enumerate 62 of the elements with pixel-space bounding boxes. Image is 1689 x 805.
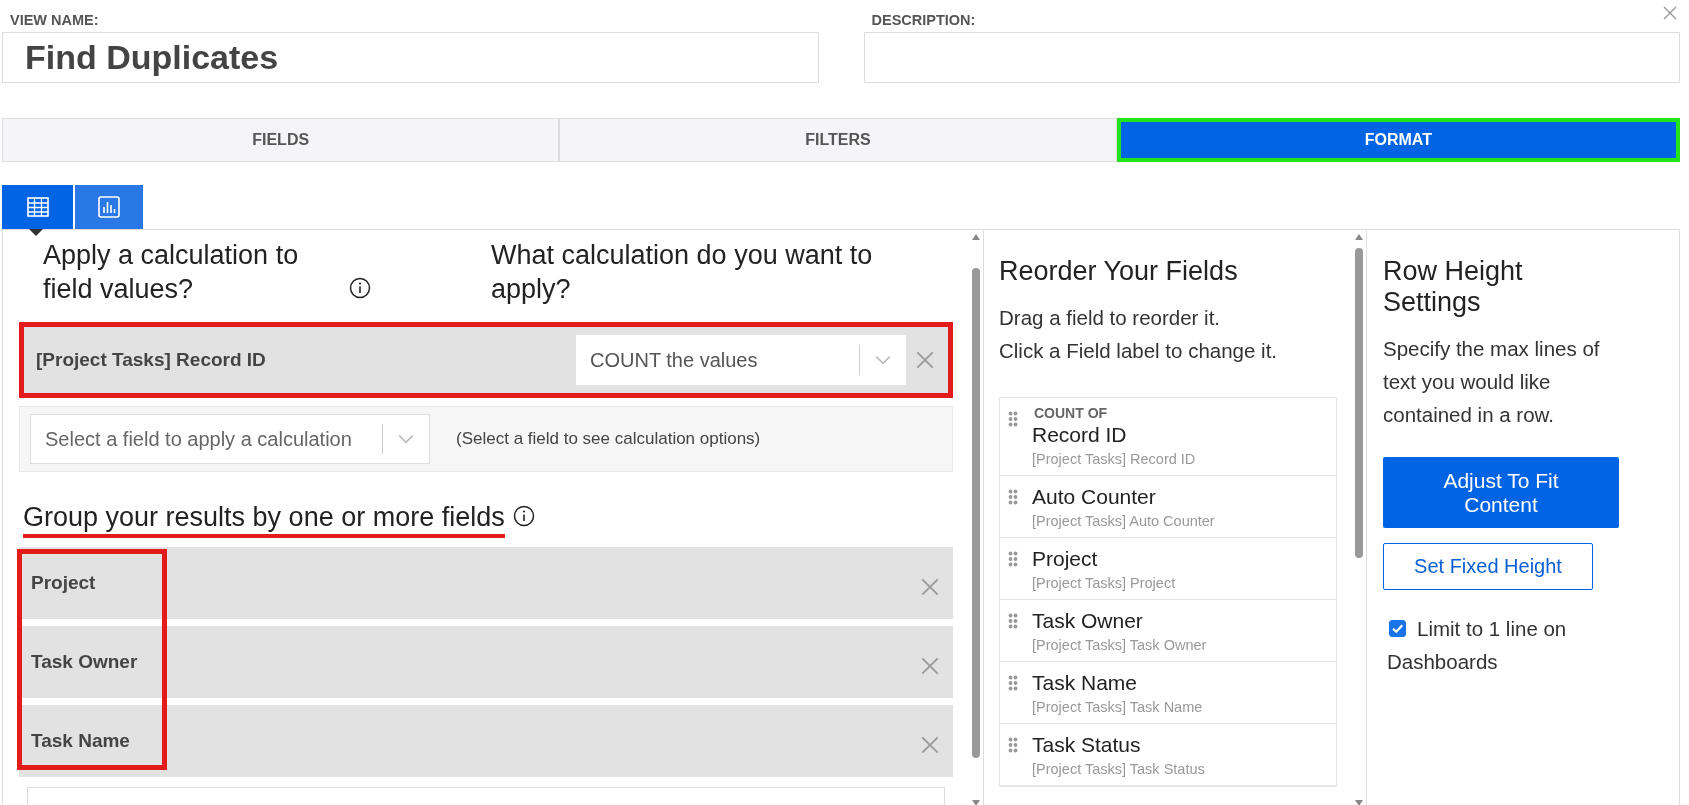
field-label[interactable]: Project <box>1032 545 1176 572</box>
field-label: VIEW NAME: <box>10 12 99 28</box>
table-icon <box>26 197 49 217</box>
hint-text: (Select a field to see calculation options) <box>456 429 761 449</box>
info-icon[interactable] <box>349 277 371 299</box>
field-label[interactable]: Task Status <box>1032 731 1205 758</box>
instruction-text: Click a Field label to change it. <box>999 338 1279 364</box>
section-heading: Group your results by one or more fields <box>23 502 505 538</box>
drag-handle-icon[interactable] <box>1008 737 1018 753</box>
bar-chart-icon <box>98 196 120 218</box>
field-name: Task Name <box>31 730 131 752</box>
drag-handle-icon[interactable] <box>1008 411 1018 427</box>
field-source: [Project Tasks] Task Owner <box>1032 636 1207 655</box>
field-source: [Project Tasks] Task Status <box>1032 760 1205 779</box>
field-label[interactable]: Auto Counter <box>1032 483 1215 510</box>
field-source: [Project Tasks] Auto Counter <box>1032 512 1215 531</box>
tab[interactable]: FILTERS <box>559 118 1117 162</box>
field-source: [Project Tasks] Project <box>1032 574 1176 593</box>
field-list-item[interactable]: Task Status [Project Tasks] Task Status <box>1000 724 1336 786</box>
row-height-button[interactable]: Set Fixed Height <box>1383 543 1593 590</box>
field-name: [Project Tasks] Record ID <box>36 349 267 371</box>
field-source: [Project Tasks] Task Name <box>1032 698 1203 717</box>
chevron-down-icon <box>874 354 892 366</box>
field-select[interactable]: Select a field to apply a calculation <box>30 414 430 464</box>
field-source: [Project Tasks] Record ID <box>1032 450 1196 469</box>
close-icon[interactable] <box>921 578 939 596</box>
field-prefix: COUNT OF <box>1034 405 1109 421</box>
tab[interactable]: FIELDS <box>2 118 560 162</box>
field-name: Project <box>31 572 97 594</box>
field-list-item[interactable]: COUNT OF Record ID [Project Tasks] Record ID <box>1000 398 1336 476</box>
instruction-text: Drag a field to reorder it. <box>999 305 1222 331</box>
description-text: Specify the max lines of text you would like contained in a row. <box>1383 336 1601 428</box>
drag-handle-icon[interactable] <box>1008 551 1018 567</box>
close-icon[interactable] <box>921 657 939 675</box>
drag-handle-icon[interactable] <box>1008 675 1018 691</box>
tab[interactable]: FORMAT <box>1116 118 1680 162</box>
info-icon[interactable] <box>512 505 535 527</box>
field-label[interactable]: Task Name <box>1032 669 1203 696</box>
row-height-button[interactable]: Adjust To Fit Content <box>1383 457 1619 528</box>
close-icon[interactable] <box>916 351 934 369</box>
field-list-item[interactable]: Project [Project Tasks] Project <box>1000 538 1336 600</box>
close-icon[interactable] <box>921 736 939 754</box>
checkbox[interactable] <box>1389 620 1406 637</box>
field-label[interactable]: Record ID <box>1032 421 1196 448</box>
view-name-field[interactable]: Find Duplicates <box>2 32 819 83</box>
field-list-item[interactable]: Auto Counter [Project Tasks] Auto Counter <box>1000 476 1336 538</box>
checkbox-label[interactable]: Limit to 1 line on Dashboards <box>1387 612 1627 678</box>
section-heading: Apply a calculation to field values? <box>43 239 300 306</box>
field-name: Task Owner <box>31 651 139 673</box>
drag-handle-icon[interactable] <box>1008 613 1018 629</box>
field-list-item[interactable]: Task Name [Project Tasks] Task Name <box>1000 662 1336 724</box>
field-label: DESCRIPTION: <box>871 12 976 28</box>
section-heading: Reorder Your Fields <box>999 256 1239 287</box>
calculation-select[interactable]: COUNT the values <box>576 335 906 385</box>
field-label[interactable]: Task Owner <box>1032 607 1207 634</box>
section-heading: Row Height Settings <box>1383 256 1524 318</box>
drag-handle-icon[interactable] <box>1008 489 1018 505</box>
field-list-item[interactable]: Task Owner [Project Tasks] Task Owner <box>1000 600 1336 662</box>
table-view-button[interactable] <box>2 185 73 236</box>
close-icon[interactable] <box>1663 6 1677 20</box>
chevron-down-icon <box>397 433 415 445</box>
section-heading: What calculation do you want to apply? <box>491 239 874 306</box>
